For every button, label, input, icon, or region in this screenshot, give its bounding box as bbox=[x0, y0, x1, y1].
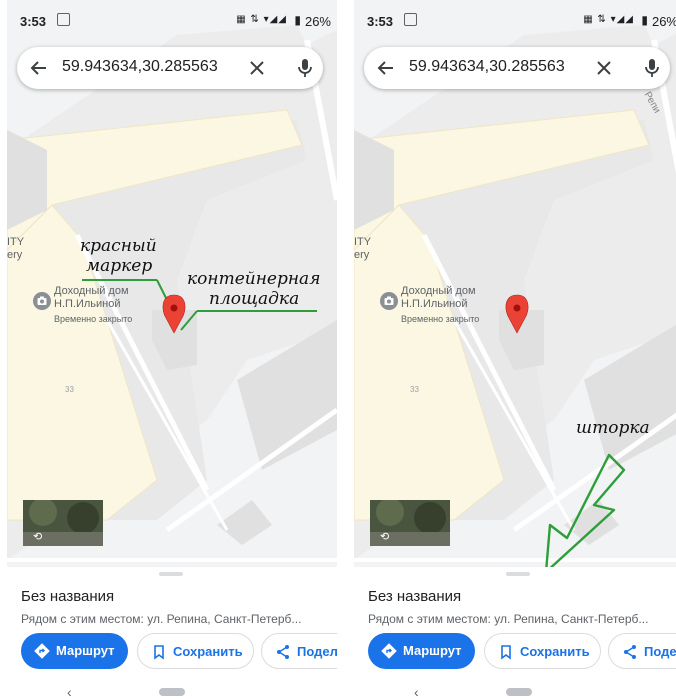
save-button-label: Сохранить bbox=[520, 644, 590, 659]
bookmark-icon bbox=[501, 645, 511, 660]
map-edge-label: ITY ery bbox=[354, 236, 371, 262]
save-button[interactable]: Сохранить bbox=[484, 633, 601, 669]
battery-percent: 26% bbox=[651, 14, 676, 29]
battery-icon: ▮ bbox=[294, 13, 301, 27]
signal-icons: ▦ ⇅ ▾◢◢ bbox=[236, 14, 287, 25]
annotation-container-site: контейнерная площадка bbox=[187, 269, 320, 309]
share-button[interactable]: Подел bbox=[608, 633, 676, 669]
share-button-label: Подел bbox=[297, 644, 337, 659]
signal-icons: ▦ ⇅ ▾◢◢ bbox=[583, 14, 634, 25]
save-button[interactable]: Сохранить bbox=[137, 633, 254, 669]
street-view-thumbnail[interactable]: ⟲ bbox=[370, 500, 450, 546]
route-button-label: Маршрут bbox=[56, 643, 115, 658]
place-subtitle: Рядом с этим местом: ул. Репина, Санкт-П… bbox=[21, 612, 302, 626]
back-arrow-icon[interactable] bbox=[376, 58, 396, 78]
map-edge-label-line2: ery bbox=[354, 249, 370, 261]
sheet-drag-handle[interactable] bbox=[159, 572, 183, 576]
map-edge-label-line1: ITY bbox=[354, 236, 372, 248]
annotation-red-marker-line2: маркер bbox=[86, 256, 153, 276]
microphone-icon[interactable] bbox=[295, 56, 315, 80]
status-time: 3:53 bbox=[367, 14, 394, 29]
route-button[interactable]: Маршрут bbox=[368, 633, 475, 669]
search-input[interactable]: 59.943634,30.285563 bbox=[409, 58, 565, 76]
place-title: Без названия bbox=[21, 588, 115, 605]
save-button-label: Сохранить bbox=[173, 644, 243, 659]
phone-screen-right: Доходный дом Н.П.Ильиной Временно закрыт… bbox=[354, 0, 676, 699]
rotate-360-icon: ⟲ bbox=[380, 531, 390, 543]
nav-home-pill[interactable] bbox=[506, 688, 532, 696]
poi-name[interactable]: Доходный дом Н.П.Ильиной bbox=[401, 285, 476, 311]
battery-percent: 26% bbox=[304, 14, 331, 29]
building-number: 33 bbox=[65, 385, 74, 394]
search-bar[interactable]: 59.943634,30.285563 bbox=[364, 47, 670, 89]
place-subtitle: Рядом с этим местом: ул. Репина, Санкт-П… bbox=[368, 612, 649, 626]
annotation-container-line2: площадка bbox=[209, 289, 300, 309]
place-title: Без названия bbox=[368, 588, 462, 605]
poi-name-line1: Доходный дом bbox=[54, 285, 129, 297]
share-button[interactable]: Подел bbox=[261, 633, 337, 669]
poi-name-line2: Н.П.Ильиной bbox=[54, 298, 121, 310]
bookmark-icon bbox=[154, 645, 164, 660]
battery-icon: ▮ bbox=[641, 13, 648, 27]
status-time: 3:53 bbox=[20, 14, 47, 29]
status-bar: 3:53 ▦ ⇅ ▾◢◢ ▮ 26% bbox=[7, 0, 337, 40]
phone-screen-left: Доходный дом Н.П.Ильиной Временно закрыт… bbox=[7, 0, 337, 699]
bottom-sheet[interactable]: Без названия Рядом с этим местом: ул. Ре… bbox=[354, 568, 676, 699]
directions-icon bbox=[34, 643, 50, 659]
share-button-label: Подел bbox=[644, 644, 676, 659]
share-icon bbox=[277, 645, 289, 659]
annotation-red-marker-line1: красный bbox=[80, 236, 157, 256]
poi-status: Временно закрыто bbox=[54, 314, 133, 324]
poi-name-line2: Н.П.Ильиной bbox=[401, 298, 468, 310]
annotation-container-line1: контейнерная bbox=[187, 269, 321, 289]
gallery-notification-icon bbox=[404, 13, 417, 26]
annotation-red-marker: красный маркер bbox=[80, 236, 157, 276]
map-edge-label-line1: ITY bbox=[7, 236, 25, 248]
map-edge-label: ITY ery bbox=[7, 236, 24, 262]
microphone-icon[interactable] bbox=[642, 56, 662, 80]
poi-name-line1: Доходный дом bbox=[401, 285, 476, 297]
street-view-thumbnail[interactable]: ⟲ bbox=[23, 500, 103, 546]
nav-back-icon[interactable]: ‹ bbox=[67, 684, 72, 699]
nav-back-icon[interactable]: ‹ bbox=[414, 684, 419, 699]
map-edge-label-line2: ery bbox=[7, 249, 23, 261]
close-icon[interactable] bbox=[247, 58, 267, 78]
sheet-drag-handle[interactable] bbox=[506, 572, 530, 576]
nav-home-pill[interactable] bbox=[159, 688, 185, 696]
building-number: 33 bbox=[410, 385, 419, 394]
close-icon[interactable] bbox=[594, 58, 614, 78]
poi-status: Временно закрыто bbox=[401, 314, 480, 324]
rotate-360-icon: ⟲ bbox=[33, 531, 43, 543]
poi-name[interactable]: Доходный дом Н.П.Ильиной bbox=[54, 285, 129, 311]
status-bar: 3:53 ▦ ⇅ ▾◢◢ ▮ 26% bbox=[354, 0, 676, 40]
gallery-notification-icon bbox=[57, 13, 70, 26]
annotation-curtain: шторка bbox=[576, 418, 650, 438]
route-button[interactable]: Маршрут bbox=[21, 633, 128, 669]
camera-icon[interactable] bbox=[380, 292, 398, 310]
search-input[interactable]: 59.943634,30.285563 bbox=[62, 58, 218, 76]
back-arrow-icon[interactable] bbox=[29, 58, 49, 78]
directions-icon bbox=[381, 643, 397, 659]
route-button-label: Маршрут bbox=[403, 643, 462, 658]
bottom-sheet[interactable]: Без названия Рядом с этим местом: ул. Ре… bbox=[7, 568, 337, 699]
camera-icon[interactable] bbox=[33, 292, 51, 310]
share-icon bbox=[624, 645, 636, 659]
search-bar[interactable]: 59.943634,30.285563 bbox=[17, 47, 323, 89]
